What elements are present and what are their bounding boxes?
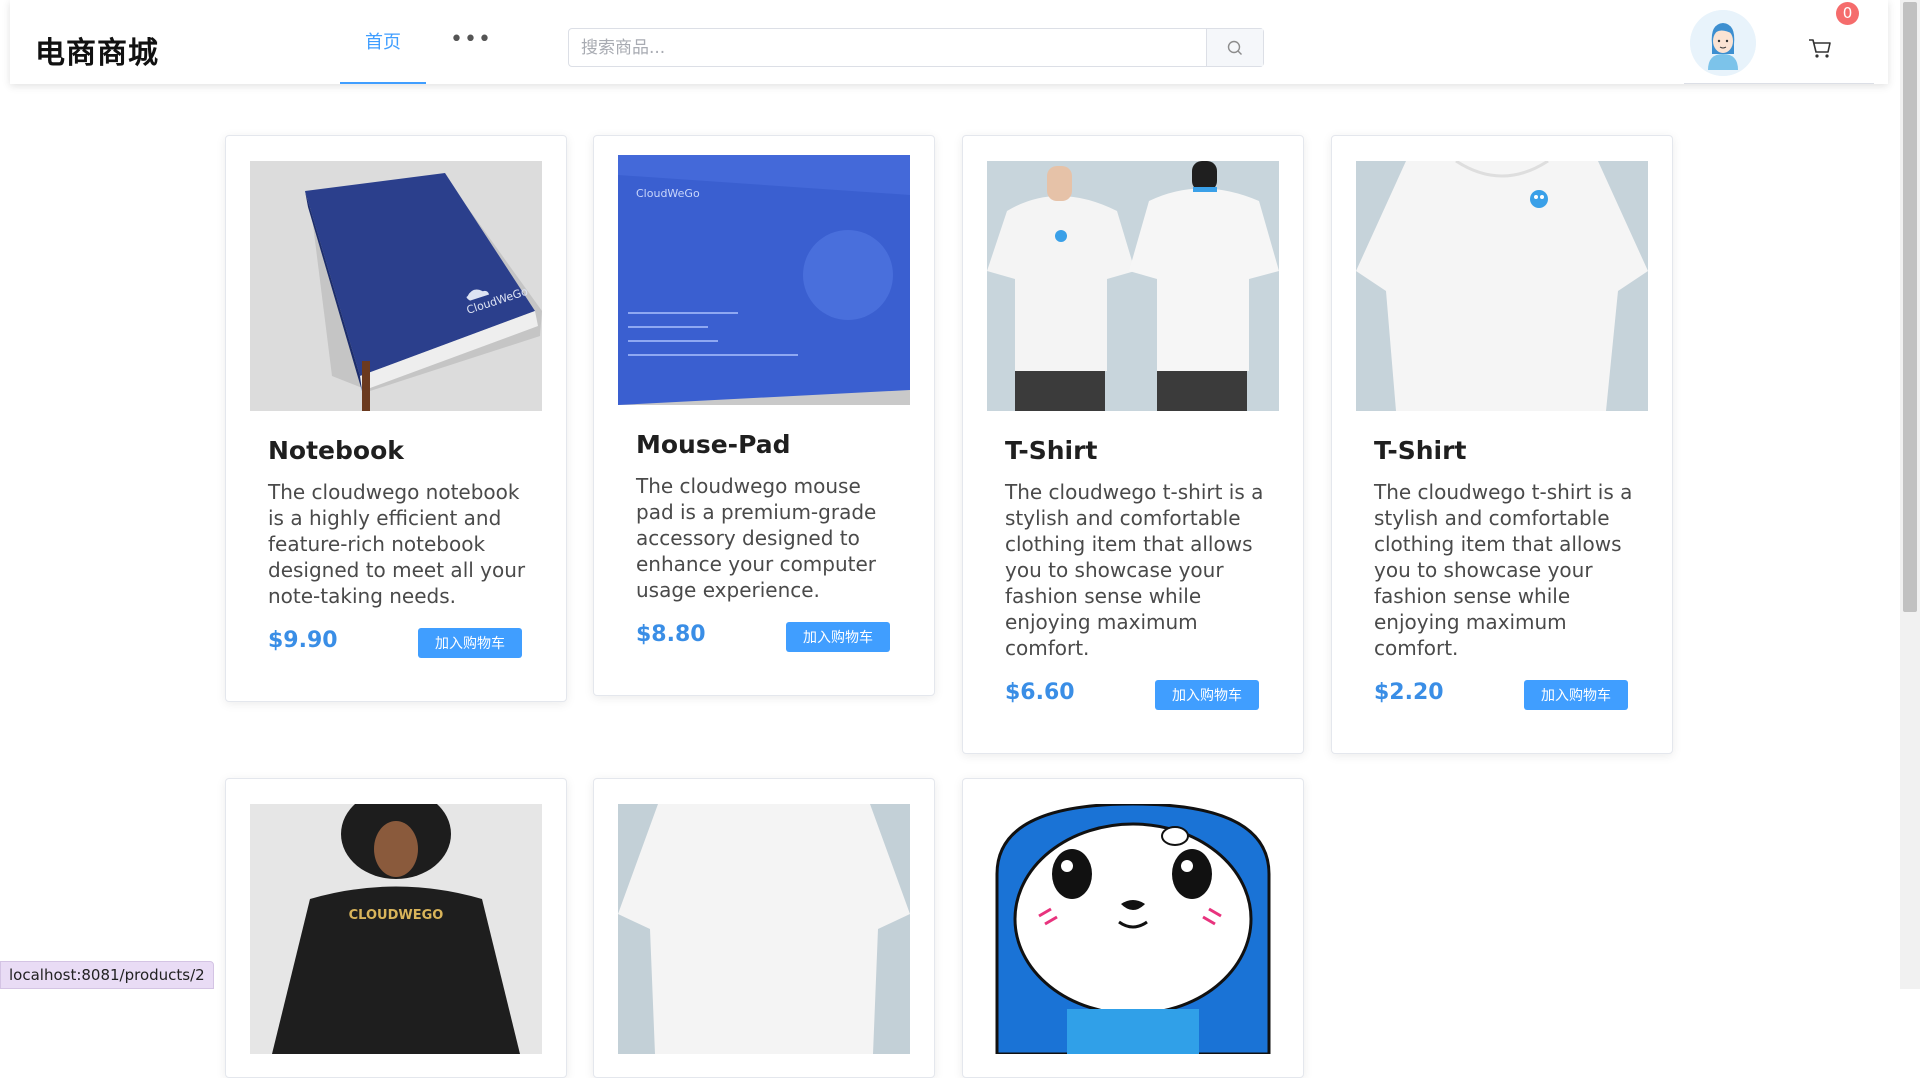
search-icon [1227,40,1242,55]
product-title[interactable]: Notebook [268,436,404,465]
product-card-notebook[interactable]: CloudWeGo Notebook The cloudwego noteboo… [225,135,567,702]
product-price: $2.20 [1374,680,1444,705]
product-card-sweatshirt[interactable]: CLOUDWEGO [225,778,567,1078]
link-status-bar: localhost:8081/products/2 [0,961,214,989]
product-image-mascot[interactable] [987,804,1279,1054]
product-card-mascot[interactable] [962,778,1304,1078]
mouse-pad-image: CloudWeGo [618,155,910,405]
product-title[interactable]: T-Shirt [1374,436,1466,465]
product-card-t-shirt-back[interactable] [593,778,935,1078]
product-image-mouse-pad[interactable]: CloudWeGo [618,155,910,405]
product-description: The cloudwego t-shirt is a stylish and c… [1005,480,1264,660]
add-to-cart-button[interactable]: 加入购物车 [786,622,890,652]
t-shirt-closeup-image [1356,161,1648,411]
product-description: The cloudwego mouse pad is a premium-gra… [636,474,877,602]
t-shirt-back-image [618,804,910,1054]
user-avatar[interactable] [1690,10,1756,76]
product-image-sweatshirt[interactable]: CLOUDWEGO [250,804,542,1054]
product-description: The cloudwego notebook is a highly effic… [268,480,526,608]
site-brand[interactable]: 电商商城 [35,28,159,72]
product-card-t-shirt-1[interactable]: T-Shirt The cloudwego t-shirt is a styli… [962,135,1304,754]
cart-count-badge: 0 [1836,2,1859,25]
product-card-mouse-pad[interactable]: CloudWeGo Mouse-Pad The cloudwego mouse … [593,135,935,696]
t-shirt-image [987,161,1279,411]
product-price: $8.80 [636,622,706,647]
add-to-cart-button[interactable]: 加入购物车 [1524,680,1628,710]
nav-more-menu[interactable]: ••• [450,29,492,51]
search-box [568,28,1264,67]
search-input[interactable] [569,29,1203,66]
sweatshirt-image-text: CLOUDWEGO [349,908,444,923]
nav-home-tab[interactable]: 首页 [340,0,426,84]
mouse-pad-image-text: CloudWeGo [636,187,700,200]
page-scrollbar[interactable] [1900,0,1920,989]
add-to-cart-button[interactable]: 加入购物车 [418,628,522,658]
product-card-t-shirt-2[interactable]: T-Shirt The cloudwego t-shirt is a styli… [1331,135,1673,754]
product-price: $6.60 [1005,680,1075,705]
add-to-cart-button[interactable]: 加入购物车 [1155,680,1259,710]
product-price: $9.90 [268,628,338,653]
notebook-image: CloudWeGo [250,161,542,411]
cart-icon [1809,39,1831,58]
product-title[interactable]: T-Shirt [1005,436,1097,465]
top-header: 电商商城 首页 ••• 0 [10,0,1888,84]
scrollbar-thumb[interactable] [1903,2,1917,612]
mascot-image [987,804,1279,1054]
product-image-t-shirt-1[interactable] [987,161,1279,411]
product-image-t-shirt-back[interactable] [618,804,910,1054]
cart-button[interactable] [1807,36,1833,60]
header-divider [1684,83,1874,84]
product-image-t-shirt-2[interactable] [1356,161,1648,411]
sweatshirt-image: CLOUDWEGO [250,804,542,1054]
product-title[interactable]: Mouse-Pad [636,430,790,459]
product-description: The cloudwego t-shirt is a stylish and c… [1374,480,1633,660]
user-avatar-icon [1690,10,1756,76]
search-button[interactable] [1206,29,1263,66]
product-image-notebook[interactable]: CloudWeGo [250,161,542,411]
